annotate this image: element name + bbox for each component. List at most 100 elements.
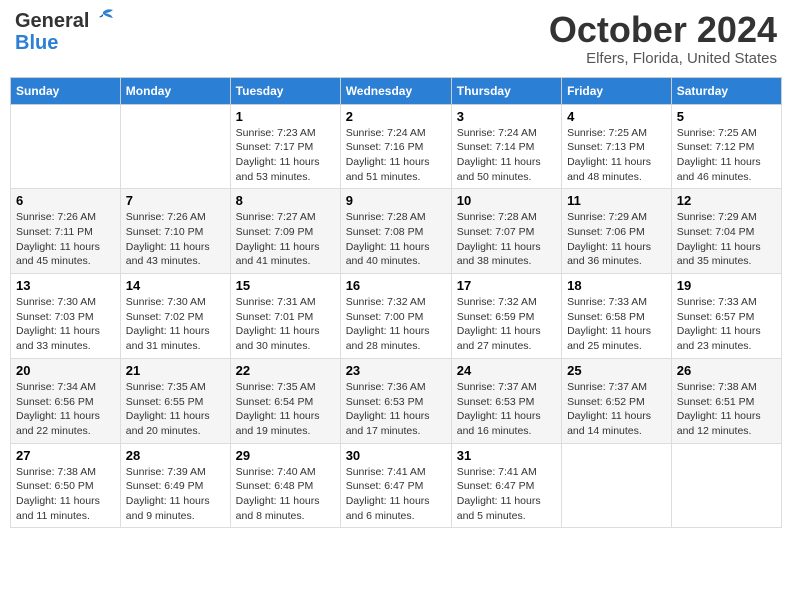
month-title: October 2024 bbox=[549, 10, 777, 50]
day-detail: Sunrise: 7:29 AM Sunset: 7:04 PM Dayligh… bbox=[677, 210, 776, 269]
logo-general: General bbox=[15, 10, 89, 32]
calendar-cell: 12 Sunrise: 7:29 AM Sunset: 7:04 PM Dayli… bbox=[671, 189, 781, 274]
day-number: 17 bbox=[457, 278, 556, 293]
calendar-cell: 17 Sunrise: 7:32 AM Sunset: 6:59 PM Dayli… bbox=[451, 274, 561, 359]
day-number: 30 bbox=[346, 448, 446, 463]
day-detail: Sunrise: 7:34 AM Sunset: 6:56 PM Dayligh… bbox=[16, 380, 115, 439]
calendar-cell: 6Sunrise: 7:26 AM Sunset: 7:11 PM Daylig… bbox=[11, 189, 121, 274]
day-number: 20 bbox=[16, 363, 115, 378]
day-detail: Sunrise: 7:28 AM Sunset: 7:07 PM Dayligh… bbox=[457, 210, 556, 269]
weekday-header-wednesday: Wednesday bbox=[340, 77, 451, 104]
title-block: October 2024 Elfers, Florida, United Sta… bbox=[549, 10, 777, 67]
calendar-cell: 29 Sunrise: 7:40 AM Sunset: 6:48 PM Dayli… bbox=[230, 443, 340, 528]
weekday-header-sunday: Sunday bbox=[11, 77, 121, 104]
calendar-cell: 21 Sunrise: 7:35 AM Sunset: 6:55 PM Dayli… bbox=[120, 358, 230, 443]
day-number: 14 bbox=[126, 278, 225, 293]
day-detail: Sunrise: 7:26 AM Sunset: 7:11 PM Dayligh… bbox=[16, 210, 115, 269]
day-detail: Sunrise: 7:29 AM Sunset: 7:06 PM Dayligh… bbox=[567, 210, 666, 269]
day-number: 3 bbox=[457, 109, 556, 124]
day-detail: Sunrise: 7:31 AM Sunset: 7:01 PM Dayligh… bbox=[236, 295, 335, 354]
calendar-cell: 7 Sunrise: 7:26 AM Sunset: 7:10 PM Daylig… bbox=[120, 189, 230, 274]
day-detail: Sunrise: 7:41 AM Sunset: 6:47 PM Dayligh… bbox=[457, 465, 556, 524]
calendar-cell: 20 Sunrise: 7:34 AM Sunset: 6:56 PM Dayli… bbox=[11, 358, 121, 443]
weekday-header-monday: Monday bbox=[120, 77, 230, 104]
calendar-cell: 9Sunrise: 7:28 AM Sunset: 7:08 PM Daylig… bbox=[340, 189, 451, 274]
day-detail: Sunrise: 7:27 AM Sunset: 7:09 PM Dayligh… bbox=[236, 210, 335, 269]
day-detail: Sunrise: 7:40 AM Sunset: 6:48 PM Dayligh… bbox=[236, 465, 335, 524]
day-number: 4 bbox=[567, 109, 666, 124]
calendar-cell: 27Sunrise: 7:38 AM Sunset: 6:50 PM Dayli… bbox=[11, 443, 121, 528]
logo-blue-text: Blue bbox=[15, 32, 58, 54]
day-detail: Sunrise: 7:30 AM Sunset: 7:02 PM Dayligh… bbox=[126, 295, 225, 354]
day-number: 11 bbox=[567, 193, 666, 208]
day-number: 25 bbox=[567, 363, 666, 378]
day-detail: Sunrise: 7:39 AM Sunset: 6:49 PM Dayligh… bbox=[126, 465, 225, 524]
calendar-cell: 15Sunrise: 7:31 AM Sunset: 7:01 PM Dayli… bbox=[230, 274, 340, 359]
day-number: 13 bbox=[16, 278, 115, 293]
day-detail: Sunrise: 7:24 AM Sunset: 7:14 PM Dayligh… bbox=[457, 126, 556, 185]
day-number: 31 bbox=[457, 448, 556, 463]
calendar-cell: 11 Sunrise: 7:29 AM Sunset: 7:06 PM Dayli… bbox=[562, 189, 672, 274]
calendar-cell: 16 Sunrise: 7:32 AM Sunset: 7:00 PM Dayli… bbox=[340, 274, 451, 359]
calendar-cell: 3 Sunrise: 7:24 AM Sunset: 7:14 PM Daylig… bbox=[451, 104, 561, 189]
day-detail: Sunrise: 7:37 AM Sunset: 6:52 PM Dayligh… bbox=[567, 380, 666, 439]
weekday-header-row: SundayMondayTuesdayWednesdayThursdayFrid… bbox=[11, 77, 782, 104]
location: Elfers, Florida, United States bbox=[549, 50, 777, 67]
calendar-cell: 13 Sunrise: 7:30 AM Sunset: 7:03 PM Dayli… bbox=[11, 274, 121, 359]
logo: General Blue bbox=[15, 10, 115, 54]
calendar-cell: 18Sunrise: 7:33 AM Sunset: 6:58 PM Dayli… bbox=[562, 274, 672, 359]
day-detail: Sunrise: 7:38 AM Sunset: 6:50 PM Dayligh… bbox=[16, 465, 115, 524]
weekday-header-thursday: Thursday bbox=[451, 77, 561, 104]
day-detail: Sunrise: 7:25 AM Sunset: 7:12 PM Dayligh… bbox=[677, 126, 776, 185]
day-detail: Sunrise: 7:32 AM Sunset: 7:00 PM Dayligh… bbox=[346, 295, 446, 354]
week-row-4: 20 Sunrise: 7:34 AM Sunset: 6:56 PM Dayli… bbox=[11, 358, 782, 443]
day-number: 12 bbox=[677, 193, 776, 208]
day-number: 21 bbox=[126, 363, 225, 378]
day-number: 19 bbox=[677, 278, 776, 293]
day-number: 16 bbox=[346, 278, 446, 293]
calendar-cell: 14 Sunrise: 7:30 AM Sunset: 7:02 PM Dayli… bbox=[120, 274, 230, 359]
day-number: 7 bbox=[126, 193, 225, 208]
day-number: 26 bbox=[677, 363, 776, 378]
day-detail: Sunrise: 7:25 AM Sunset: 7:13 PM Dayligh… bbox=[567, 126, 666, 185]
week-row-3: 13 Sunrise: 7:30 AM Sunset: 7:03 PM Dayli… bbox=[11, 274, 782, 359]
calendar-cell: 26Sunrise: 7:38 AM Sunset: 6:51 PM Dayli… bbox=[671, 358, 781, 443]
calendar-cell: 22Sunrise: 7:35 AM Sunset: 6:54 PM Dayli… bbox=[230, 358, 340, 443]
week-row-5: 27Sunrise: 7:38 AM Sunset: 6:50 PM Dayli… bbox=[11, 443, 782, 528]
day-number: 18 bbox=[567, 278, 666, 293]
calendar-table: SundayMondayTuesdayWednesdayThursdayFrid… bbox=[10, 77, 782, 529]
calendar-cell: 25 Sunrise: 7:37 AM Sunset: 6:52 PM Dayli… bbox=[562, 358, 672, 443]
day-number: 1 bbox=[236, 109, 335, 124]
calendar-cell: 23Sunrise: 7:36 AM Sunset: 6:53 PM Dayli… bbox=[340, 358, 451, 443]
day-detail: Sunrise: 7:33 AM Sunset: 6:57 PM Dayligh… bbox=[677, 295, 776, 354]
day-detail: Sunrise: 7:23 AM Sunset: 7:17 PM Dayligh… bbox=[236, 126, 335, 185]
week-row-2: 6Sunrise: 7:26 AM Sunset: 7:11 PM Daylig… bbox=[11, 189, 782, 274]
day-detail: Sunrise: 7:26 AM Sunset: 7:10 PM Dayligh… bbox=[126, 210, 225, 269]
page-header: General Blue October 2024 Elfers, Florid… bbox=[10, 10, 782, 67]
day-number: 5 bbox=[677, 109, 776, 124]
calendar-cell bbox=[671, 443, 781, 528]
calendar-cell: 31 Sunrise: 7:41 AM Sunset: 6:47 PM Dayli… bbox=[451, 443, 561, 528]
calendar-cell bbox=[562, 443, 672, 528]
week-row-1: 1 Sunrise: 7:23 AM Sunset: 7:17 PM Daylig… bbox=[11, 104, 782, 189]
day-detail: Sunrise: 7:37 AM Sunset: 6:53 PM Dayligh… bbox=[457, 380, 556, 439]
calendar-cell: 30 Sunrise: 7:41 AM Sunset: 6:47 PM Dayli… bbox=[340, 443, 451, 528]
calendar-cell: 1 Sunrise: 7:23 AM Sunset: 7:17 PM Daylig… bbox=[230, 104, 340, 189]
day-detail: Sunrise: 7:41 AM Sunset: 6:47 PM Dayligh… bbox=[346, 465, 446, 524]
day-detail: Sunrise: 7:35 AM Sunset: 6:54 PM Dayligh… bbox=[236, 380, 335, 439]
day-number: 9 bbox=[346, 193, 446, 208]
calendar-cell: 8 Sunrise: 7:27 AM Sunset: 7:09 PM Daylig… bbox=[230, 189, 340, 274]
day-detail: Sunrise: 7:32 AM Sunset: 6:59 PM Dayligh… bbox=[457, 295, 556, 354]
day-number: 29 bbox=[236, 448, 335, 463]
calendar-cell bbox=[11, 104, 121, 189]
day-number: 24 bbox=[457, 363, 556, 378]
day-detail: Sunrise: 7:30 AM Sunset: 7:03 PM Dayligh… bbox=[16, 295, 115, 354]
weekday-header-saturday: Saturday bbox=[671, 77, 781, 104]
day-detail: Sunrise: 7:35 AM Sunset: 6:55 PM Dayligh… bbox=[126, 380, 225, 439]
day-number: 28 bbox=[126, 448, 225, 463]
day-number: 8 bbox=[236, 193, 335, 208]
calendar-cell bbox=[120, 104, 230, 189]
logo-bird-icon bbox=[93, 8, 115, 31]
calendar-cell: 2Sunrise: 7:24 AM Sunset: 7:16 PM Daylig… bbox=[340, 104, 451, 189]
weekday-header-friday: Friday bbox=[562, 77, 672, 104]
